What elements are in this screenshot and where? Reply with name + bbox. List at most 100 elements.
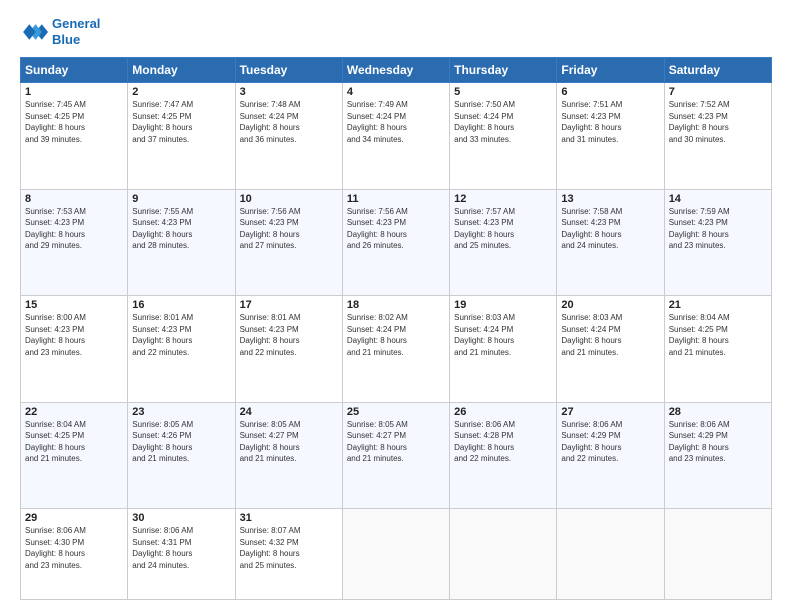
day-number: 31	[240, 512, 338, 524]
day-number: 17	[240, 299, 338, 311]
cell-details: Sunrise: 7:52 AMSunset: 4:23 PMDaylight:…	[669, 99, 767, 145]
calendar-table: SundayMondayTuesdayWednesdayThursdayFrid…	[20, 57, 772, 600]
day-number: 25	[347, 406, 445, 418]
calendar-cell: 14Sunrise: 7:59 AMSunset: 4:23 PMDayligh…	[664, 189, 771, 295]
weekday-header: Thursday	[450, 58, 557, 83]
calendar-cell: 28Sunrise: 8:06 AMSunset: 4:29 PMDayligh…	[664, 402, 771, 508]
cell-details: Sunrise: 7:48 AMSunset: 4:24 PMDaylight:…	[240, 99, 338, 145]
calendar-cell: 16Sunrise: 8:01 AMSunset: 4:23 PMDayligh…	[128, 296, 235, 402]
day-number: 28	[669, 406, 767, 418]
day-number: 19	[454, 299, 552, 311]
cell-details: Sunrise: 7:56 AMSunset: 4:23 PMDaylight:…	[240, 206, 338, 252]
calendar-cell: 15Sunrise: 8:00 AMSunset: 4:23 PMDayligh…	[21, 296, 128, 402]
cell-details: Sunrise: 7:57 AMSunset: 4:23 PMDaylight:…	[454, 206, 552, 252]
calendar-cell: 30Sunrise: 8:06 AMSunset: 4:31 PMDayligh…	[128, 509, 235, 600]
calendar-week-row: 29Sunrise: 8:06 AMSunset: 4:30 PMDayligh…	[21, 509, 772, 600]
logo-icon	[20, 18, 48, 46]
cell-details: Sunrise: 8:02 AMSunset: 4:24 PMDaylight:…	[347, 312, 445, 358]
calendar-week-row: 8Sunrise: 7:53 AMSunset: 4:23 PMDaylight…	[21, 189, 772, 295]
calendar-cell: 18Sunrise: 8:02 AMSunset: 4:24 PMDayligh…	[342, 296, 449, 402]
cell-details: Sunrise: 7:58 AMSunset: 4:23 PMDaylight:…	[561, 206, 659, 252]
calendar-cell: 20Sunrise: 8:03 AMSunset: 4:24 PMDayligh…	[557, 296, 664, 402]
day-number: 11	[347, 193, 445, 205]
calendar-cell: 21Sunrise: 8:04 AMSunset: 4:25 PMDayligh…	[664, 296, 771, 402]
calendar-cell	[664, 509, 771, 600]
calendar-cell: 17Sunrise: 8:01 AMSunset: 4:23 PMDayligh…	[235, 296, 342, 402]
cell-details: Sunrise: 8:05 AMSunset: 4:27 PMDaylight:…	[240, 419, 338, 465]
calendar-cell: 10Sunrise: 7:56 AMSunset: 4:23 PMDayligh…	[235, 189, 342, 295]
cell-details: Sunrise: 7:55 AMSunset: 4:23 PMDaylight:…	[132, 206, 230, 252]
calendar-cell: 29Sunrise: 8:06 AMSunset: 4:30 PMDayligh…	[21, 509, 128, 600]
day-number: 18	[347, 299, 445, 311]
calendar-cell	[342, 509, 449, 600]
calendar-cell: 9Sunrise: 7:55 AMSunset: 4:23 PMDaylight…	[128, 189, 235, 295]
weekday-header: Sunday	[21, 58, 128, 83]
cell-details: Sunrise: 7:53 AMSunset: 4:23 PMDaylight:…	[25, 206, 123, 252]
cell-details: Sunrise: 8:04 AMSunset: 4:25 PMDaylight:…	[669, 312, 767, 358]
day-number: 21	[669, 299, 767, 311]
cell-details: Sunrise: 7:45 AMSunset: 4:25 PMDaylight:…	[25, 99, 123, 145]
calendar-cell: 19Sunrise: 8:03 AMSunset: 4:24 PMDayligh…	[450, 296, 557, 402]
calendar-cell: 23Sunrise: 8:05 AMSunset: 4:26 PMDayligh…	[128, 402, 235, 508]
day-number: 2	[132, 86, 230, 98]
day-number: 13	[561, 193, 659, 205]
day-number: 24	[240, 406, 338, 418]
day-number: 22	[25, 406, 123, 418]
cell-details: Sunrise: 8:07 AMSunset: 4:32 PMDaylight:…	[240, 525, 338, 571]
weekday-header: Saturday	[664, 58, 771, 83]
cell-details: Sunrise: 8:06 AMSunset: 4:31 PMDaylight:…	[132, 525, 230, 571]
cell-details: Sunrise: 7:47 AMSunset: 4:25 PMDaylight:…	[132, 99, 230, 145]
calendar-cell: 6Sunrise: 7:51 AMSunset: 4:23 PMDaylight…	[557, 83, 664, 189]
calendar-cell: 11Sunrise: 7:56 AMSunset: 4:23 PMDayligh…	[342, 189, 449, 295]
weekday-header: Wednesday	[342, 58, 449, 83]
cell-details: Sunrise: 7:56 AMSunset: 4:23 PMDaylight:…	[347, 206, 445, 252]
day-number: 26	[454, 406, 552, 418]
day-number: 16	[132, 299, 230, 311]
header: General Blue	[20, 16, 772, 47]
day-number: 3	[240, 86, 338, 98]
cell-details: Sunrise: 7:50 AMSunset: 4:24 PMDaylight:…	[454, 99, 552, 145]
cell-details: Sunrise: 8:05 AMSunset: 4:27 PMDaylight:…	[347, 419, 445, 465]
cell-details: Sunrise: 8:06 AMSunset: 4:30 PMDaylight:…	[25, 525, 123, 571]
day-number: 27	[561, 406, 659, 418]
cell-details: Sunrise: 8:05 AMSunset: 4:26 PMDaylight:…	[132, 419, 230, 465]
calendar-cell: 24Sunrise: 8:05 AMSunset: 4:27 PMDayligh…	[235, 402, 342, 508]
day-number: 10	[240, 193, 338, 205]
calendar-cell: 5Sunrise: 7:50 AMSunset: 4:24 PMDaylight…	[450, 83, 557, 189]
calendar-cell: 12Sunrise: 7:57 AMSunset: 4:23 PMDayligh…	[450, 189, 557, 295]
day-number: 6	[561, 86, 659, 98]
cell-details: Sunrise: 7:59 AMSunset: 4:23 PMDaylight:…	[669, 206, 767, 252]
day-number: 4	[347, 86, 445, 98]
day-number: 1	[25, 86, 123, 98]
day-number: 8	[25, 193, 123, 205]
logo-text: General Blue	[52, 16, 100, 47]
calendar-cell: 31Sunrise: 8:07 AMSunset: 4:32 PMDayligh…	[235, 509, 342, 600]
weekday-header-row: SundayMondayTuesdayWednesdayThursdayFrid…	[21, 58, 772, 83]
weekday-header: Monday	[128, 58, 235, 83]
weekday-header: Friday	[557, 58, 664, 83]
calendar-cell: 27Sunrise: 8:06 AMSunset: 4:29 PMDayligh…	[557, 402, 664, 508]
cell-details: Sunrise: 8:00 AMSunset: 4:23 PMDaylight:…	[25, 312, 123, 358]
day-number: 9	[132, 193, 230, 205]
day-number: 23	[132, 406, 230, 418]
calendar-cell: 22Sunrise: 8:04 AMSunset: 4:25 PMDayligh…	[21, 402, 128, 508]
calendar-cell: 13Sunrise: 7:58 AMSunset: 4:23 PMDayligh…	[557, 189, 664, 295]
cell-details: Sunrise: 8:03 AMSunset: 4:24 PMDaylight:…	[561, 312, 659, 358]
day-number: 20	[561, 299, 659, 311]
cell-details: Sunrise: 8:06 AMSunset: 4:29 PMDaylight:…	[561, 419, 659, 465]
day-number: 30	[132, 512, 230, 524]
calendar-week-row: 22Sunrise: 8:04 AMSunset: 4:25 PMDayligh…	[21, 402, 772, 508]
cell-details: Sunrise: 8:01 AMSunset: 4:23 PMDaylight:…	[240, 312, 338, 358]
cell-details: Sunrise: 8:06 AMSunset: 4:29 PMDaylight:…	[669, 419, 767, 465]
calendar-week-row: 15Sunrise: 8:00 AMSunset: 4:23 PMDayligh…	[21, 296, 772, 402]
calendar-cell	[557, 509, 664, 600]
day-number: 5	[454, 86, 552, 98]
calendar-cell: 4Sunrise: 7:49 AMSunset: 4:24 PMDaylight…	[342, 83, 449, 189]
calendar-cell: 7Sunrise: 7:52 AMSunset: 4:23 PMDaylight…	[664, 83, 771, 189]
calendar-cell: 1Sunrise: 7:45 AMSunset: 4:25 PMDaylight…	[21, 83, 128, 189]
day-number: 7	[669, 86, 767, 98]
day-number: 14	[669, 193, 767, 205]
logo: General Blue	[20, 16, 100, 47]
page: General Blue SundayMondayTuesdayWednesda…	[0, 0, 792, 612]
cell-details: Sunrise: 7:49 AMSunset: 4:24 PMDaylight:…	[347, 99, 445, 145]
